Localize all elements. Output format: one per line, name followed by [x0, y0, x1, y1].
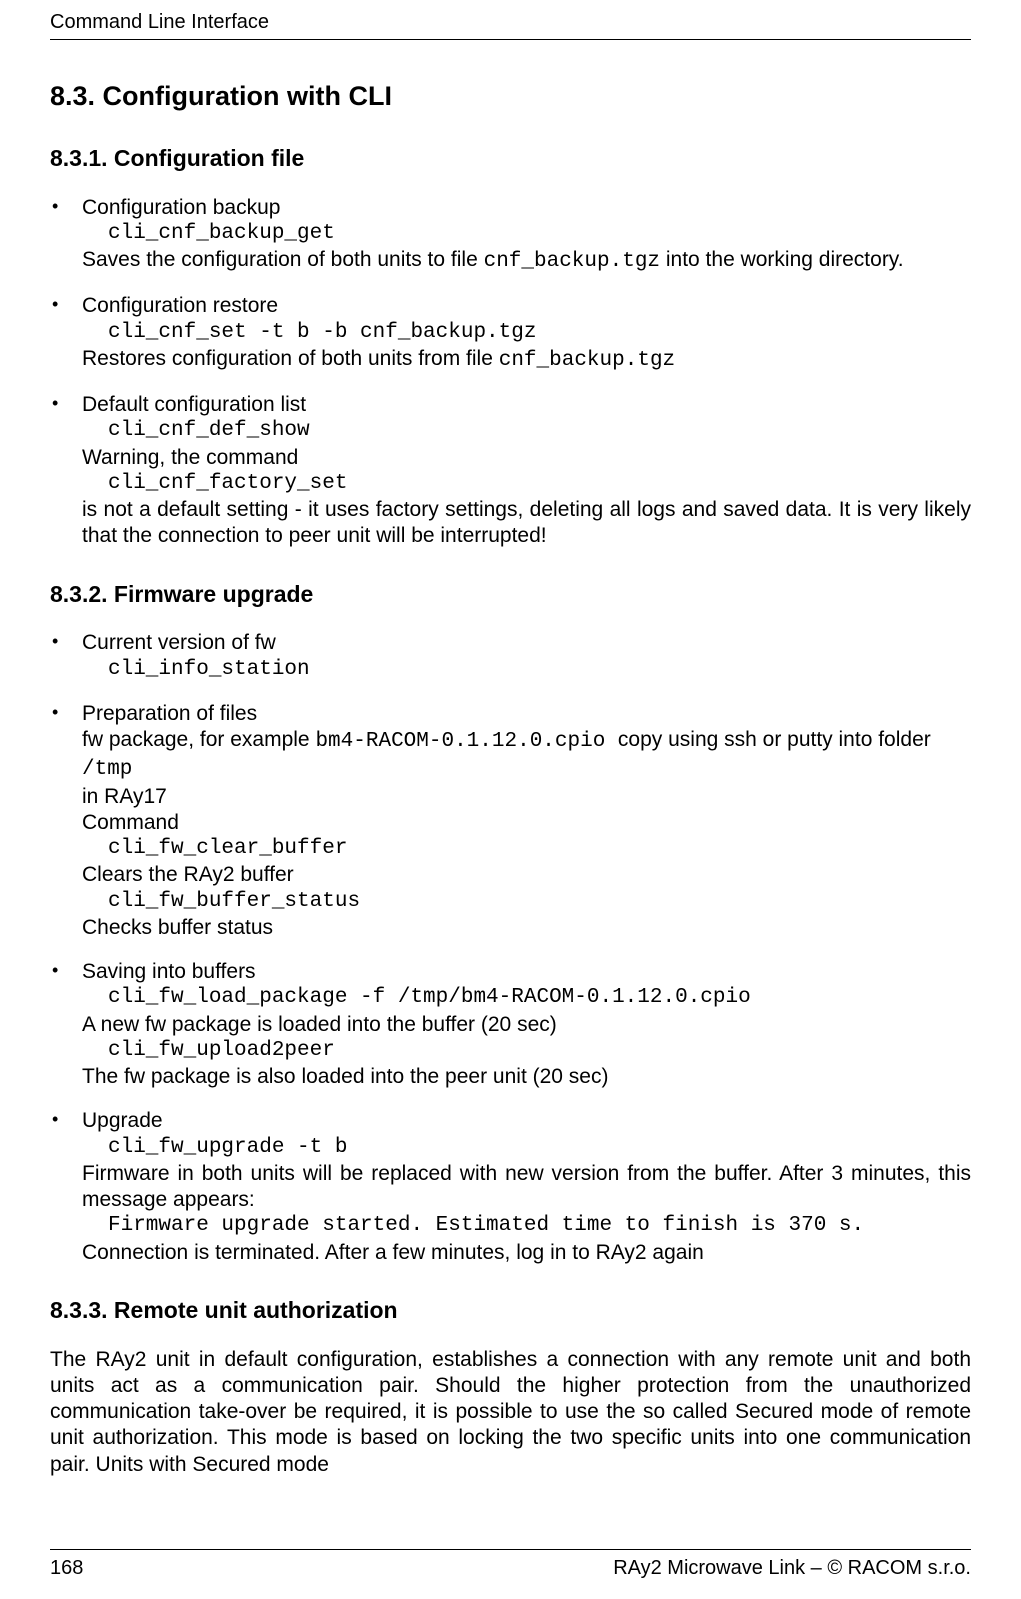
item-lead: Saving into buffers: [82, 960, 256, 983]
list-item: Saving into buffers cli_fw_load_package …: [50, 959, 971, 1090]
running-header: Command Line Interface: [50, 0, 971, 40]
inline-code: /tmp: [82, 758, 132, 781]
section-8-3-2-title: 8.3.2. Firmware upgrade: [50, 580, 971, 609]
cli-command: cli_fw_buffer_status: [82, 889, 971, 915]
page-footer: 168 RAy2 Microwave Link – © RACOM s.r.o.: [50, 1549, 971, 1581]
running-header-text: Command Line Interface: [50, 11, 269, 33]
item-line: Command: [82, 811, 179, 834]
cli-command: cli_fw_upload2peer: [82, 1038, 971, 1064]
section-8-3-title: 8.3. Configuration with CLI: [50, 80, 971, 114]
item-desc: Restores configuration of both units fro…: [82, 347, 675, 370]
page: Command Line Interface 8.3. Configuratio…: [0, 0, 1021, 1599]
item-line: Connection is terminated. After a few mi…: [82, 1241, 704, 1264]
item-lead: Default configuration list: [82, 393, 306, 416]
inline-code: cnf_backup.tgz: [484, 250, 660, 273]
item-line: Clears the RAy2 buffer: [82, 863, 294, 886]
footer-right: RAy2 Microwave Link – © RACOM s.r.o.: [613, 1556, 971, 1581]
cli-output: Firmware upgrade started. Estimated time…: [82, 1213, 971, 1239]
item-line: A new fw package is loaded into the buff…: [82, 1013, 557, 1036]
inline-code: bm4-RACOM-0.1.12.0.cpio: [315, 730, 617, 753]
text-fragment: Saves the configuration of both units to…: [82, 248, 484, 271]
cli-command: cli_fw_clear_buffer: [82, 836, 971, 862]
text-fragment: into the working directory.: [660, 248, 904, 271]
firmware-upgrade-list: Current version of fw cli_info_station P…: [50, 630, 971, 1266]
list-item: Configuration restore cli_cnf_set -t b -…: [50, 293, 971, 374]
cli-command: cli_fw_upgrade -t b: [82, 1135, 971, 1161]
item-line: The fw package is also loaded into the p…: [82, 1065, 608, 1088]
list-item: Preparation of files fw package, for exa…: [50, 701, 971, 941]
item-desc: Saves the configuration of both units to…: [82, 248, 904, 271]
section-8-3-1-title: 8.3.1. Configuration file: [50, 144, 971, 173]
cli-command: cli_cnf_factory_set: [82, 471, 971, 497]
config-file-list: Configuration backup cli_cnf_backup_get …: [50, 195, 971, 550]
cli-command: cli_fw_load_package -f /tmp/bm4-RACOM-0.…: [82, 985, 971, 1011]
list-item: Default configuration list cli_cnf_def_s…: [50, 392, 971, 550]
item-line: Firmware in both units will be replaced …: [82, 1161, 971, 1214]
item-lead: Current version of fw: [82, 631, 276, 654]
item-line: fw package, for example bm4-RACOM-0.1.12…: [82, 728, 931, 779]
item-line: in RAy17: [82, 785, 167, 808]
cli-command: cli_cnf_backup_get: [82, 221, 971, 247]
item-lead: Preparation of files: [82, 702, 257, 725]
cli-command: cli_cnf_set -t b -b cnf_backup.tgz: [82, 320, 971, 346]
item-mid: Warning, the command: [82, 446, 298, 469]
list-item: Configuration backup cli_cnf_backup_get …: [50, 195, 971, 276]
text-fragment: Restores configuration of both units fro…: [82, 347, 499, 370]
page-number: 168: [50, 1556, 83, 1581]
item-lead: Upgrade: [82, 1109, 163, 1132]
item-desc: is not a default setting - it uses facto…: [82, 497, 971, 550]
list-item: Current version of fw cli_info_station: [50, 630, 971, 683]
text-fragment: copy using ssh or putty into folder: [618, 728, 931, 751]
list-item: Upgrade cli_fw_upgrade -t b Firmware in …: [50, 1108, 971, 1266]
section-8-3-3-paragraph: The RAy2 unit in default configuration, …: [50, 1347, 971, 1478]
section-8-3-3-title: 8.3.3. Remote unit authorization: [50, 1296, 971, 1325]
item-lead: Configuration backup: [82, 196, 280, 219]
inline-code: cnf_backup.tgz: [499, 349, 675, 372]
item-lead: Configuration restore: [82, 294, 278, 317]
cli-command: cli_cnf_def_show: [82, 418, 971, 444]
item-line: Checks buffer status: [82, 916, 273, 939]
cli-command: cli_info_station: [82, 657, 971, 683]
text-fragment: fw package, for example: [82, 728, 315, 751]
